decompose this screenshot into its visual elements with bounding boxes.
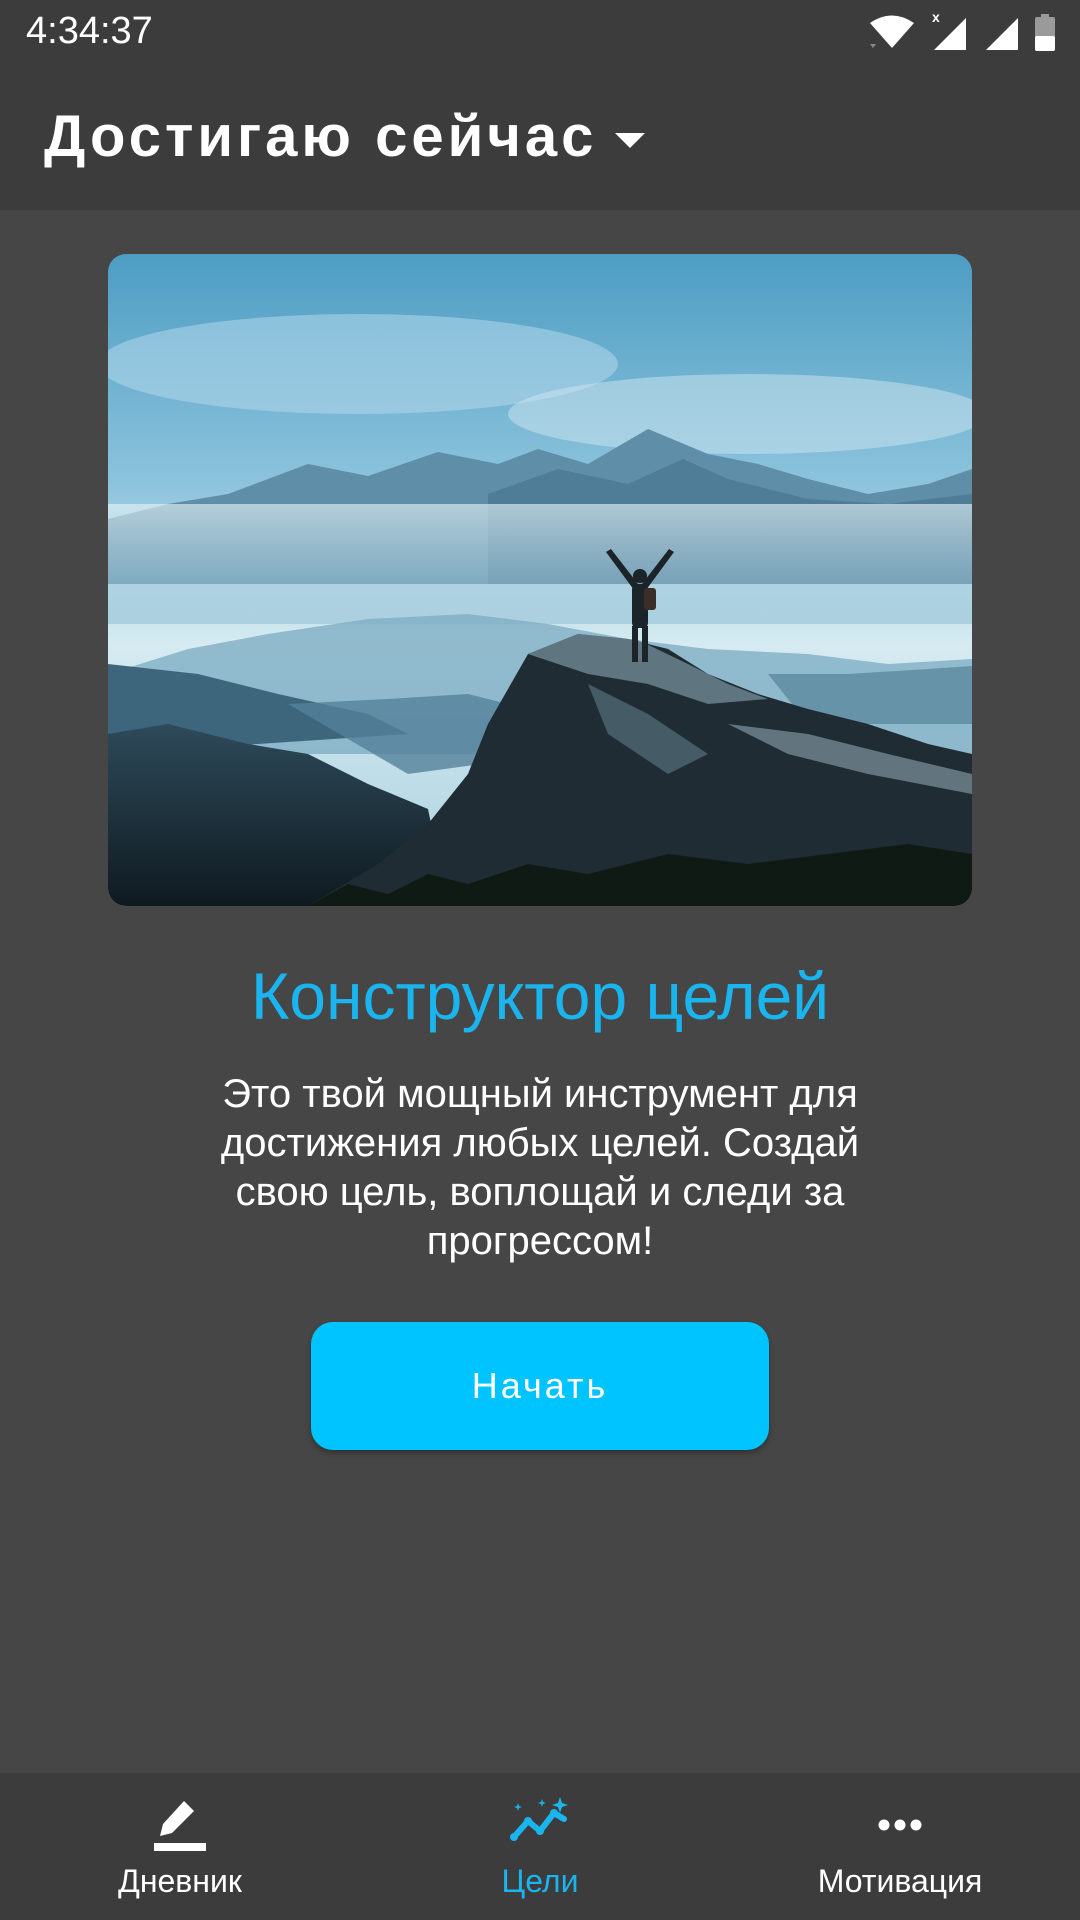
app-title: Достигаю сейчас (44, 104, 598, 169)
nav-item-motivation[interactable]: Мотивация (720, 1773, 1080, 1920)
battery-icon (1035, 14, 1055, 51)
cell-signal-icon (986, 18, 1018, 50)
start-button[interactable]: Начать (311, 1322, 769, 1450)
mountain-summit-hiker-image (108, 254, 972, 906)
hero-image (108, 254, 972, 906)
pencil-icon (154, 1801, 206, 1851)
cell-signal-icon: x (932, 12, 966, 50)
status-icons: x (868, 10, 1056, 54)
headline: Конструктор целей (250, 959, 830, 1033)
description: Это твой мощный инструмент для достижени… (220, 1072, 860, 1263)
bottom-nav: Дневник Цели Мотивация (0, 1773, 1080, 1920)
caret-down-icon (615, 132, 646, 148)
nav-label-motivation: Мотивация (817, 1863, 983, 1899)
status-bar: 4:34:37 x (0, 0, 1080, 62)
more-dots-icon (878, 1819, 922, 1831)
screen: 4:34:37 x Достигаю сейчас Конструктор це… (0, 0, 1080, 1920)
roaming-mark: x (932, 12, 940, 25)
goal-list-selector[interactable]: Достигаю сейчас (44, 102, 646, 172)
nav-label-goals: Цели (501, 1863, 579, 1899)
status-time: 4:34:37 (26, 10, 153, 52)
nav-label-diary: Дневник (118, 1863, 242, 1899)
nav-item-goals[interactable]: Цели (360, 1773, 720, 1920)
wifi-icon (870, 15, 914, 48)
nav-item-diary[interactable]: Дневник (0, 1773, 360, 1920)
goals-chart-icon (510, 1797, 568, 1841)
app-bar: Достигаю сейчас (0, 62, 1080, 210)
